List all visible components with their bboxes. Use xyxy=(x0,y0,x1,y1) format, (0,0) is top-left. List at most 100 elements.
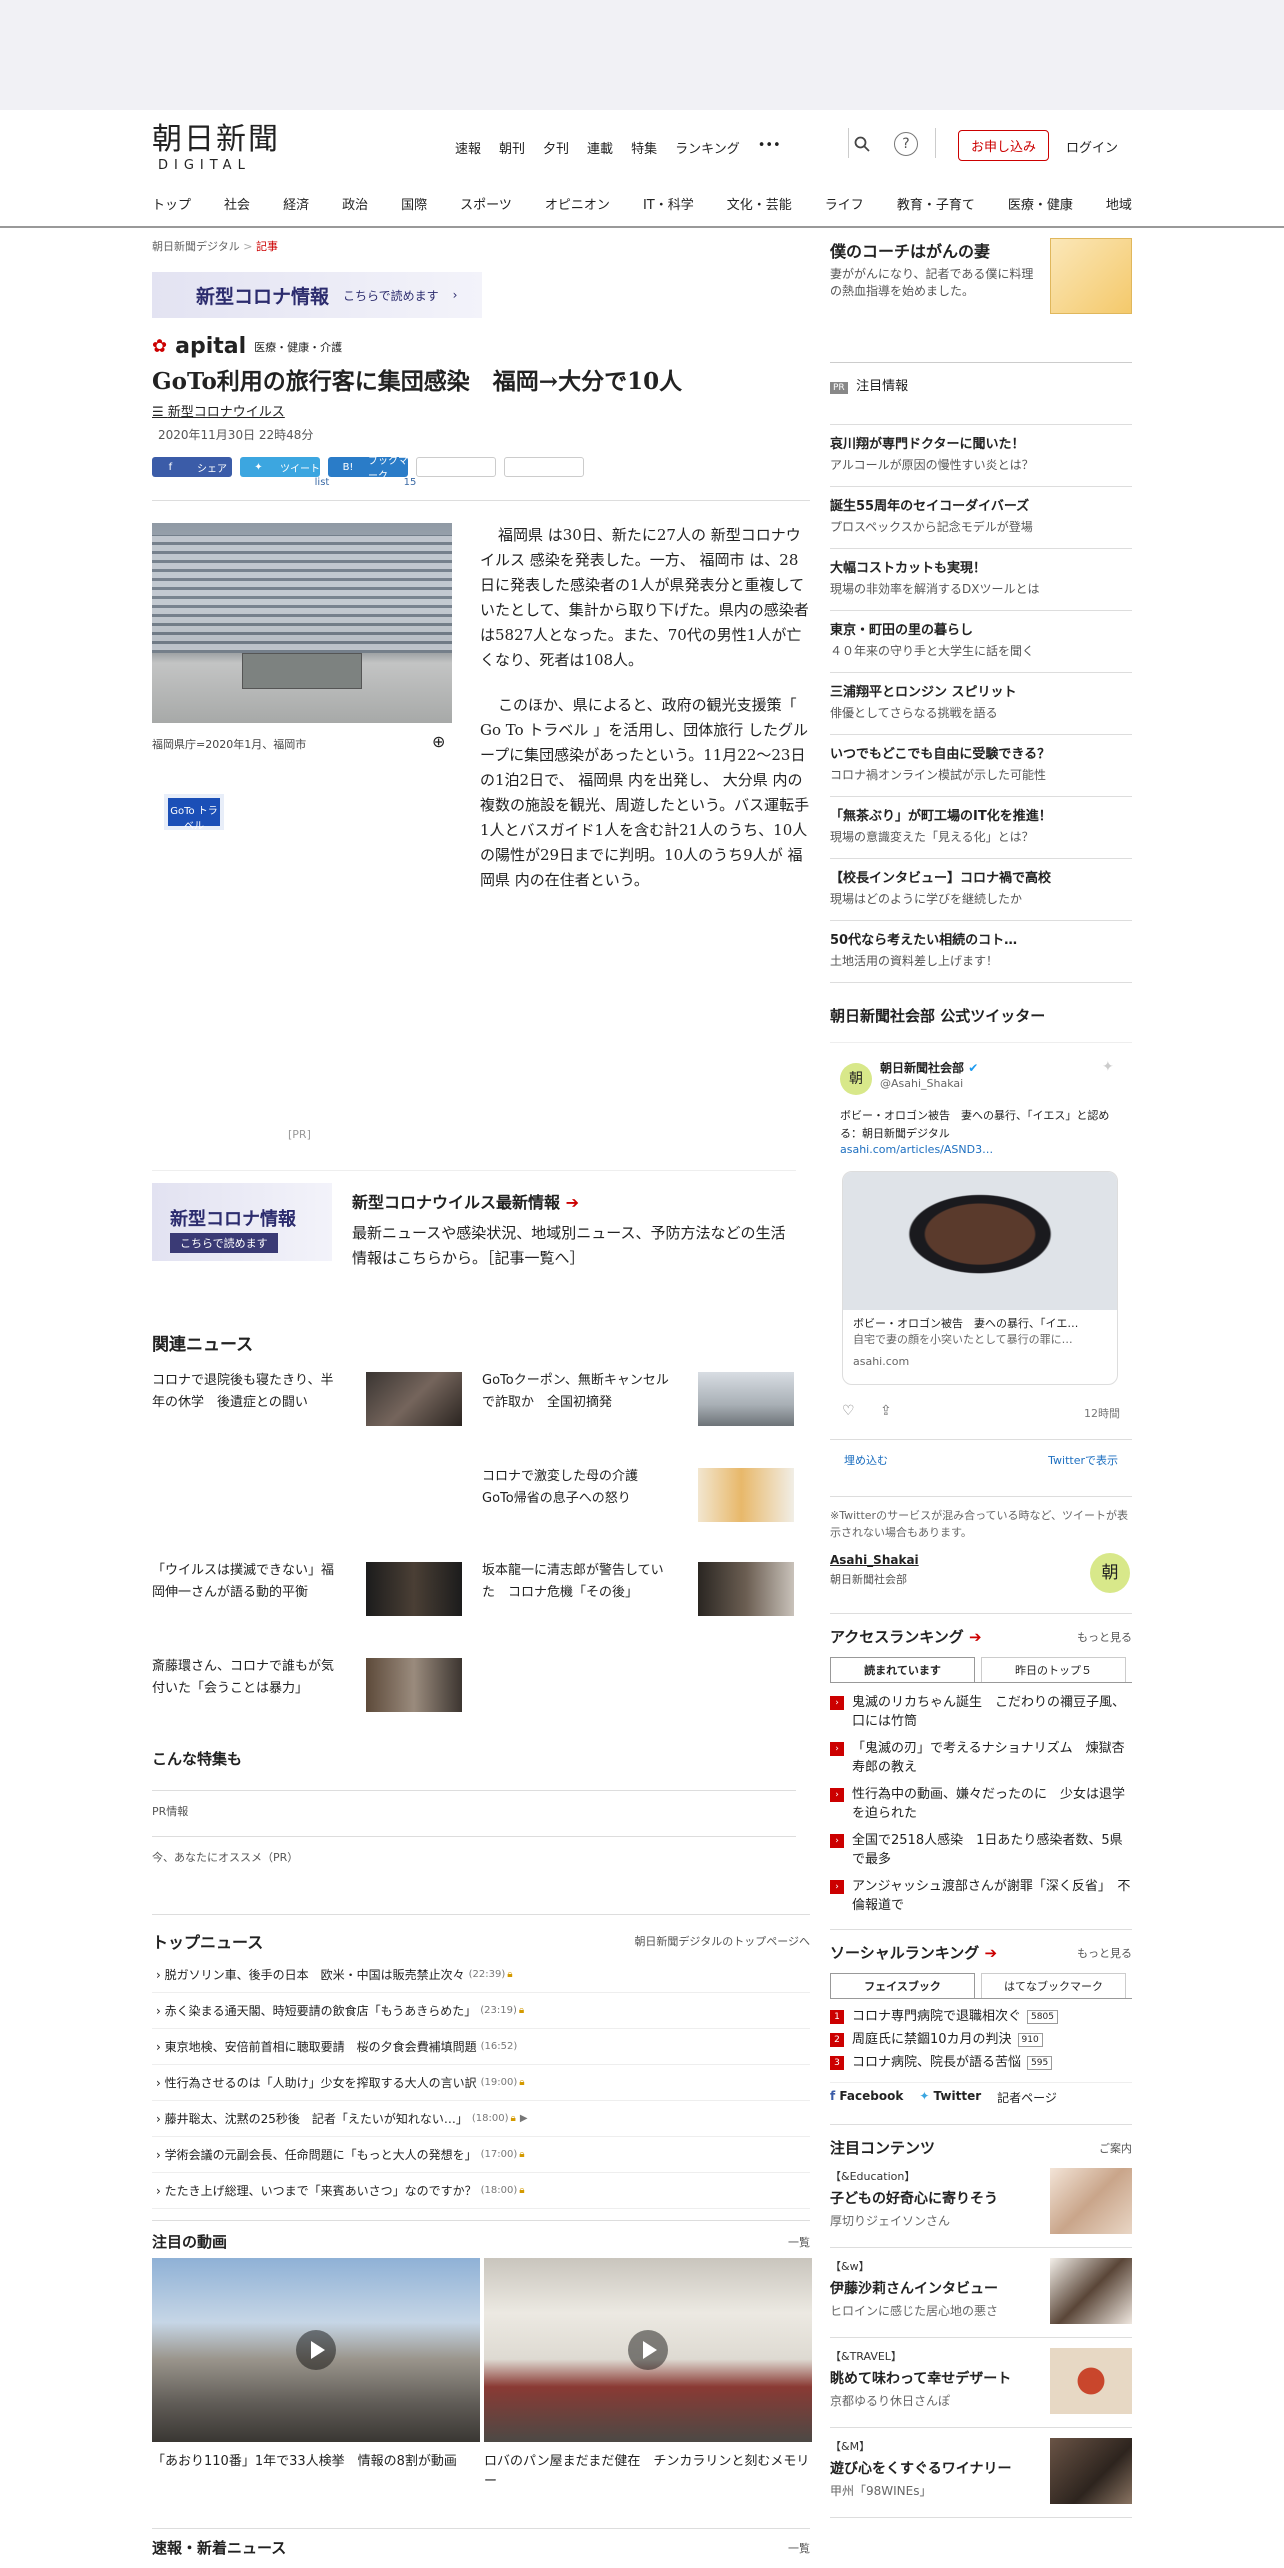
nav-choukan[interactable]: 朝刊 xyxy=(499,138,525,157)
top-news-item-3[interactable]: › 東京地検、安倍前首相に聴取要請 桜の夕食会費補填問題 (16:52) xyxy=(152,2029,810,2065)
social-item-3[interactable]: 3 コロナ病院、院長が語る苦悩 595 xyxy=(830,2053,1132,2072)
tab-yesterday-top5[interactable]: 昨日のトップ５ xyxy=(981,1657,1126,1682)
flash-news-more-link[interactable]: 一覧 xyxy=(788,2540,810,2556)
related-image-5[interactable] xyxy=(698,1562,794,1616)
contents-more[interactable]: ご案内 xyxy=(1099,2140,1132,2156)
side-ad[interactable]: 僕のコーチはがんの妻 妻ががんになり、記者である僕に料理の熱血指導を始めました。 xyxy=(830,238,1132,324)
cat-opinion[interactable]: オピニオン xyxy=(545,194,610,213)
ranking-item-1[interactable]: › 鬼滅のリカちゃん誕生 こだわりの禰豆子風、口には竹筒 xyxy=(830,1693,1132,1731)
breadcrumb-current[interactable]: 記事 xyxy=(256,240,278,253)
hatena-bookmark-button[interactable]: B! ブックマーク xyxy=(328,456,408,482)
related-image-6[interactable] xyxy=(366,1658,462,1712)
social-item-2[interactable]: 2 周庭氏に禁錮10カ月の判決 910 xyxy=(830,2030,1132,2049)
ranking-item-2[interactable]: › 「鬼滅の刃」で考えるナショナリズム 煉獄杏寿郎の教え xyxy=(830,1739,1132,1777)
tweet-time[interactable]: 12時間 xyxy=(1084,1405,1120,1421)
related-item-6[interactable]: 斎藤環さん、コロナで誰もが気付いた「会うことは暴力」 xyxy=(152,1656,342,1700)
view-on-twitter-link[interactable]: Twitterで表示 xyxy=(1048,1452,1118,1468)
related-image-4[interactable] xyxy=(366,1562,462,1616)
related-image-2[interactable] xyxy=(698,1372,794,1426)
corona-info-image[interactable]: 新型コロナ情報 こちらで読めます xyxy=(152,1183,332,1261)
nav-more-icon[interactable]: ••• xyxy=(758,138,781,157)
tweet-count[interactable]: list xyxy=(282,477,362,488)
notice-item[interactable]: 大幅コストカットも実現！ 現場の非効率を解消するDXツールとは xyxy=(830,549,1132,611)
facebook-share-button[interactable]: f シェア xyxy=(152,457,232,477)
content-item-1[interactable]: 【&Education】 子どもの好奇心に寄りそう 厚切りジェイソンさん xyxy=(830,2158,1132,2248)
tweet-author[interactable]: 朝日新聞社会部 ✔ xyxy=(880,1059,978,1076)
video-caption-1[interactable]: 「あおり110番」1年で33人検挙 情報の8割が動画 xyxy=(152,2452,480,2472)
pr-recommend[interactable]: 今、あなたにオススメ（PR） xyxy=(152,1836,796,1865)
videos-more-link[interactable]: 一覧 xyxy=(788,2234,810,2250)
tab-hatena[interactable]: はてなブックマーク xyxy=(981,1973,1126,1998)
cat-region[interactable]: 地域 xyxy=(1106,194,1132,213)
zoom-icon[interactable]: ⊕ xyxy=(432,732,445,751)
content-item-3[interactable]: 【&TRAVEL】 眺めて味わって幸せデザート 京都ゆるり休日さんぽ xyxy=(830,2338,1132,2428)
cat-culture[interactable]: 文化・芸能 xyxy=(727,194,792,213)
twitter-link[interactable]: ✦ Twitter xyxy=(919,2089,981,2106)
apital-brand[interactable]: ✿ apital 医療・健康・介護 xyxy=(152,334,810,359)
top-news-item-2[interactable]: › 赤く染まる通天閣、時短要請の飲食店「もうあきらめた」 (23:19) 🔒︎ xyxy=(152,1993,810,2029)
notice-item[interactable]: 「無茶ぶり」が町工場のIT化を推進！ 現場の意識変えた「見える化」とは？ xyxy=(830,797,1132,859)
nav-tokushu[interactable]: 特集 xyxy=(631,138,657,157)
pr-info[interactable]: PR情報 xyxy=(152,1790,796,1819)
play-icon[interactable] xyxy=(296,2330,336,2370)
ranking-item-4[interactable]: › 全国で2518人感染 1日あたり感染者数、5県で最多 xyxy=(830,1831,1132,1869)
breadcrumb-home[interactable]: 朝日新聞デジタル xyxy=(152,240,240,253)
login-button[interactable]: ログイン xyxy=(1066,137,1118,156)
avatar[interactable]: 朝 xyxy=(840,1063,872,1095)
site-logo[interactable]: 朝日新聞 DIGITAL xyxy=(152,122,280,173)
cat-health[interactable]: 医療・健康 xyxy=(1008,194,1073,213)
cat-education[interactable]: 教育・子育て xyxy=(897,194,975,213)
tweet-button[interactable]: ✦ ツイート xyxy=(240,457,320,477)
tab-most-read[interactable]: 読まれています xyxy=(830,1657,975,1682)
help-icon[interactable]: ? xyxy=(894,132,918,156)
cat-top[interactable]: トップ xyxy=(152,194,191,213)
heart-icon[interactable]: ♡ xyxy=(842,1403,855,1419)
video-thumbnail-1[interactable] xyxy=(152,2258,480,2442)
article-photo[interactable] xyxy=(152,523,452,723)
top-news-item-4[interactable]: › 性行為させるのは「人助け」少女を搾取する大人の言い訳 (19:00) 🔒︎ xyxy=(152,2065,810,2101)
nav-yukan[interactable]: 夕刊 xyxy=(543,138,569,157)
video-thumbnail-2[interactable] xyxy=(484,2258,812,2442)
cat-sports[interactable]: スポーツ xyxy=(460,194,512,213)
top-news-item-7[interactable]: › たたき上げ総理、いつまで「来賓あいさつ」なのですか？ (18:00) 🔒︎ xyxy=(152,2173,810,2209)
tweet-card[interactable]: ボビー・オロゴン被告 妻への暴行、「イエ… 自宅で妻の顔を小突いたとして暴行の罪… xyxy=(842,1171,1118,1385)
notice-item[interactable]: 東京・町田の里の暮らし ４０年来の守り手と大学生に話を聞く xyxy=(830,611,1132,673)
mail-button[interactable]: ✉ メール xyxy=(416,457,496,477)
cat-it-science[interactable]: IT・科学 xyxy=(643,194,694,213)
corona-info-box[interactable]: 新型コロナ情報 こちらで読めます 新型コロナウイルス最新情報 ➔ 最新ニュースや… xyxy=(152,1170,796,1280)
search-icon[interactable] xyxy=(850,132,874,156)
social-ranking-more[interactable]: もっと見る xyxy=(1077,1945,1132,1961)
related-item-5[interactable]: 坂本龍一に清志郎が警告していた コロナ危機「その後」 xyxy=(482,1560,672,1604)
tweet-handle[interactable]: @Asahi_Shakai xyxy=(880,1077,963,1090)
cat-life[interactable]: ライフ xyxy=(825,194,864,213)
related-item-1[interactable]: コロナで退院後も寝たきり、半年の休学 後遺症との闘い xyxy=(152,1370,342,1414)
top-news-link[interactable]: 朝日新聞デジタルのトップページへ xyxy=(634,1933,810,1949)
corona-banner[interactable]: 新型コロナ情報 こちらで読めます › xyxy=(152,272,482,318)
access-ranking-more[interactable]: もっと見る xyxy=(1077,1629,1132,1645)
nav-rensai[interactable]: 連載 xyxy=(587,138,613,157)
cat-economy[interactable]: 経済 xyxy=(283,194,309,213)
cat-international[interactable]: 国際 xyxy=(401,194,427,213)
twitter-bird-icon[interactable]: ✦ xyxy=(1102,1059,1114,1075)
cat-politics[interactable]: 政治 xyxy=(342,194,368,213)
video-caption-2[interactable]: ロバのパン屋まだまだ健在 チンカラリンと刻むメモリー xyxy=(484,2452,812,2492)
facebook-link[interactable]: f Facebook xyxy=(830,2089,903,2106)
top-news-item-6[interactable]: › 学術会議の元副会長、任命問題に「もっと大人の発想を」 (17:00) 🔒︎ xyxy=(152,2137,810,2173)
share-icon[interactable]: ⇪ xyxy=(880,1403,892,1419)
nav-sokuhou[interactable]: 速報 xyxy=(455,138,481,157)
play-icon[interactable] xyxy=(628,2330,668,2370)
ranking-item-3[interactable]: › 性行為中の動画、嫌々だったのに 少女は退学を迫られた xyxy=(830,1785,1132,1823)
print-button[interactable]: ⎙ 印刷 xyxy=(504,457,584,477)
nav-ranking[interactable]: ランキング xyxy=(675,138,740,157)
article-tag[interactable]: ☰ 新型コロナウイルス xyxy=(152,401,810,420)
hatena-count[interactable]: 15 xyxy=(370,477,450,488)
content-item-4[interactable]: 【&M】 遊び心をくすぐるワイナリー 甲州「98WINEs」 xyxy=(830,2428,1132,2518)
corona-info-heading[interactable]: 新型コロナウイルス最新情報 ➔ xyxy=(352,1189,579,1213)
cat-society[interactable]: 社会 xyxy=(224,194,250,213)
notice-item[interactable]: 三浦翔平とロンジン スピリット 俳優としてさらなる挑戦を語る xyxy=(830,673,1132,735)
social-item-1[interactable]: 1 コロナ専門病院で退職相次ぐ 5805 xyxy=(830,2007,1132,2026)
goto-travel-icon[interactable]: GoTo トラベル xyxy=(164,794,224,832)
related-image-1[interactable] xyxy=(366,1372,462,1426)
top-news-item-1[interactable]: › 脱ガソリン車、後手の日本 欧米・中国は販売禁止次々 (22:39) 🔒︎ xyxy=(152,1957,810,1993)
notice-item[interactable]: 誕生55周年のセイコーダイバーズ プロスペックスから記念モデルが登場 xyxy=(830,487,1132,549)
